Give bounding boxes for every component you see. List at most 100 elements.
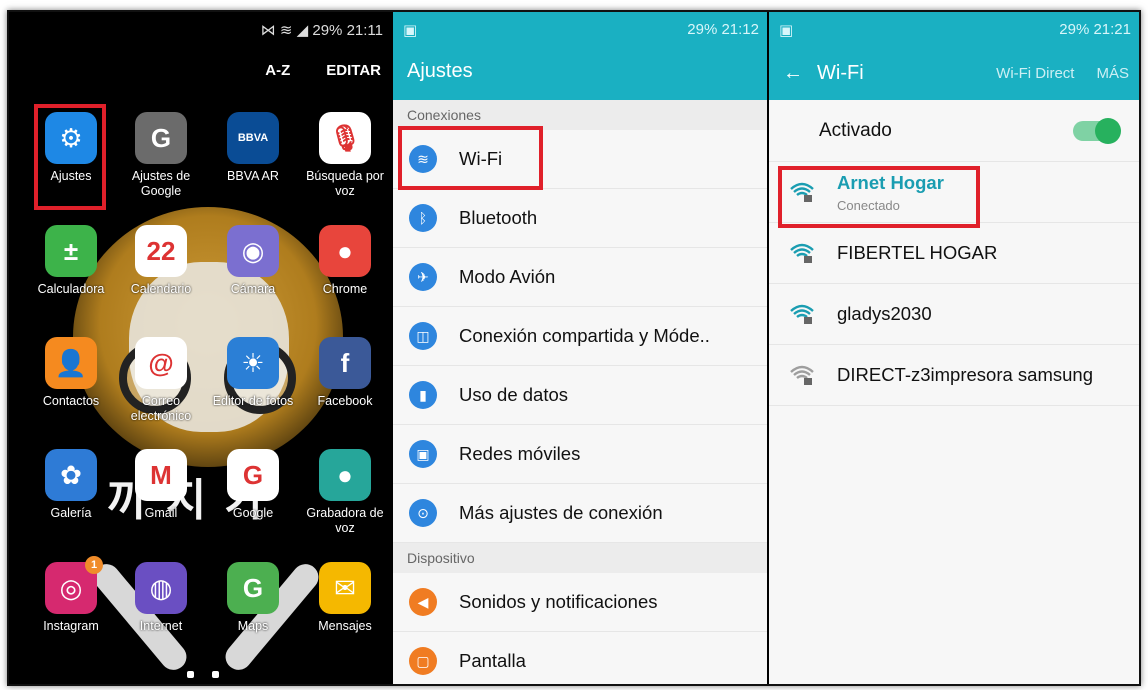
contacts-icon: 👤 [45, 337, 97, 389]
wifi-direct-button[interactable]: Wi-Fi Direct [996, 65, 1074, 82]
app-editor-de-fotos[interactable]: ☀ Editor de fotos [205, 337, 301, 409]
page-dot[interactable] [212, 671, 219, 678]
settings-item-label: Conexión compartida y Móde.. [459, 325, 710, 346]
app-label: Calculadora [37, 282, 105, 296]
gmail-icon: M [135, 449, 187, 501]
network-name: gladys2030 [837, 303, 932, 324]
instagram-icon: ◎ 1 [45, 556, 103, 614]
section-dispositivo: Dispositivo [393, 543, 767, 573]
page-title: Wi-Fi [817, 61, 864, 84]
notification-badge: 1 [85, 556, 103, 574]
data-usage-icon: ▮ [409, 381, 437, 409]
sound-icon: ◀ [409, 588, 437, 616]
page-dot[interactable] [187, 671, 194, 678]
wifi-network-item[interactable]: FIBERTEL HOGAR [769, 223, 1139, 284]
app-mensajes[interactable]: ✉ Mensajes [297, 562, 391, 634]
app-ajustes-de-google[interactable]: G Ajustes de Google [113, 112, 209, 199]
gallery-icon: ✿ [45, 449, 97, 501]
status-bar: ▣ 29% 21:12 [393, 12, 767, 46]
app-grabadora-de-voz[interactable]: ● Grabadora de voz [297, 449, 391, 536]
bluetooth-icon: ᛒ [409, 204, 437, 232]
settings-item-bluetooth[interactable]: ᛒ Bluetooth [393, 189, 767, 248]
chrome-icon: ● [319, 225, 371, 277]
google-settings-icon: G [135, 112, 187, 164]
wifi-network-item[interactable]: gladys2030 [769, 284, 1139, 345]
wifi-signal-lock-icon [790, 243, 814, 263]
screenshot-icon: ▣ [403, 22, 418, 39]
settings-item-label: Uso de datos [459, 384, 569, 405]
settings-screen: ▣ 29% 21:12 Ajustes Conexiones ≋ Wi-Fi ᛒ Bl… [393, 12, 767, 684]
hotspot-icon: ◫ [409, 322, 437, 350]
network-name: DIRECT-z3impresora samsung [837, 364, 1093, 385]
app-bbva-ar[interactable]: BBVA BBVA AR [205, 112, 301, 184]
app-chrome[interactable]: ● Chrome [297, 225, 391, 297]
calendar-icon: 22 [135, 225, 187, 277]
settings-item-más-ajustes-de-conexión[interactable]: ⊙ Más ajustes de conexión [393, 484, 767, 543]
edit-button[interactable]: EDITAR [326, 62, 381, 79]
wifi-signal-lock-icon [790, 365, 814, 385]
settings-item-label: Más ajustes de conexión [459, 502, 663, 523]
back-arrow-icon[interactable]: ← [783, 62, 803, 85]
app-label: Mensajes [318, 619, 372, 633]
status-text: 29% 21:11 [312, 22, 383, 39]
app-label: Cámara [230, 282, 276, 296]
sort-az-button[interactable]: A-Z [265, 62, 290, 79]
page-title: Ajustes [393, 46, 767, 100]
app-búsqueda-por-voz[interactable]: 🎙 Búsqueda por voz [297, 112, 391, 199]
wifi-toggle-row[interactable]: Activado [769, 100, 1139, 162]
app-facebook[interactable]: f Facebook [297, 337, 391, 409]
settings-item-label: Redes móviles [459, 443, 581, 464]
wifi-toggle-switch[interactable] [1073, 117, 1121, 144]
app-label: Galería [50, 506, 92, 520]
app-label: Google [232, 506, 274, 520]
app-label: Facebook [317, 394, 373, 408]
settings-item-sonidos-y-notificaciones[interactable]: ◀ Sonidos y notificaciones [393, 573, 767, 632]
settings-item-label: Pantalla [459, 650, 526, 671]
microphone-icon: 🎙 [319, 112, 371, 164]
photo-editor-icon: ☀ [227, 337, 279, 389]
settings-item-redes-móviles[interactable]: ▣ Redes móviles [393, 425, 767, 484]
highlight-network [778, 166, 980, 228]
app-label: Ajustes de Google [131, 169, 191, 198]
app-cámara[interactable]: ◉ Cámara [205, 225, 301, 297]
wifi-toggle-label: Activado [819, 119, 892, 141]
settings-item-conexión-compartida-y-móde-[interactable]: ◫ Conexión compartida y Móde.. [393, 307, 767, 366]
app-calendario[interactable]: 22 Calendario [113, 225, 209, 297]
settings-item-label: Bluetooth [459, 207, 538, 228]
app-instagram[interactable]: ◎ 1 Instagram [23, 556, 119, 634]
app-drawer-menu: A-Z EDITAR [265, 62, 381, 79]
app-gmail[interactable]: M Gmail [113, 449, 209, 521]
more-connection-icon: ⊙ [409, 499, 437, 527]
display-icon: ▢ [409, 647, 437, 675]
status-bar: ▣ 29% 21:21 [769, 12, 1139, 46]
app-google[interactable]: G Google [205, 449, 301, 521]
airplane-icon: ✈ [409, 263, 437, 291]
app-internet[interactable]: ◍ Internet [113, 562, 209, 634]
app-calculadora[interactable]: ± Calculadora [23, 225, 119, 297]
status-text: 29% 21:21 [1059, 21, 1131, 38]
more-button[interactable]: MÁS [1096, 65, 1129, 82]
internet-icon: ◍ [135, 562, 187, 614]
facebook-icon: f [319, 337, 371, 389]
settings-item-pantalla[interactable]: ▢ Pantalla [393, 632, 767, 684]
wifi-app-bar: ← Wi-Fi Wi-Fi Direct MÁS [769, 46, 1139, 100]
wifi-network-item[interactable]: DIRECT-z3impresora samsung [769, 345, 1139, 406]
mobile-networks-icon: ▣ [409, 440, 437, 468]
settings-item-uso-de-datos[interactable]: ▮ Uso de datos [393, 366, 767, 425]
app-label: BBVA AR [227, 169, 279, 183]
app-correo-electrónico[interactable]: @ Correo electrónico [113, 337, 209, 424]
status-bar: ⋈ ≋ ◢ 29% 21:11 [9, 12, 391, 46]
email-icon: @ [135, 337, 187, 389]
app-contactos[interactable]: 👤 Contactos [23, 337, 119, 409]
app-maps[interactable]: G Maps [205, 562, 301, 634]
app-label: Grabadora de voz [306, 506, 384, 535]
status-text: 29% 21:12 [687, 21, 759, 38]
messages-icon: ✉ [319, 562, 371, 614]
settings-item-label: Sonidos y notificaciones [459, 591, 658, 612]
settings-item-modo-avión[interactable]: ✈ Modo Avión [393, 248, 767, 307]
app-label: Internet [139, 619, 183, 633]
highlight-wifi [398, 126, 543, 190]
app-galería[interactable]: ✿ Galería [23, 449, 119, 521]
connections-list: ≋ Wi-Fi ᛒ Bluetooth ✈ Modo Avión ◫ Conexión com… [393, 130, 767, 543]
settings-item-label: Modo Avión [459, 266, 556, 287]
